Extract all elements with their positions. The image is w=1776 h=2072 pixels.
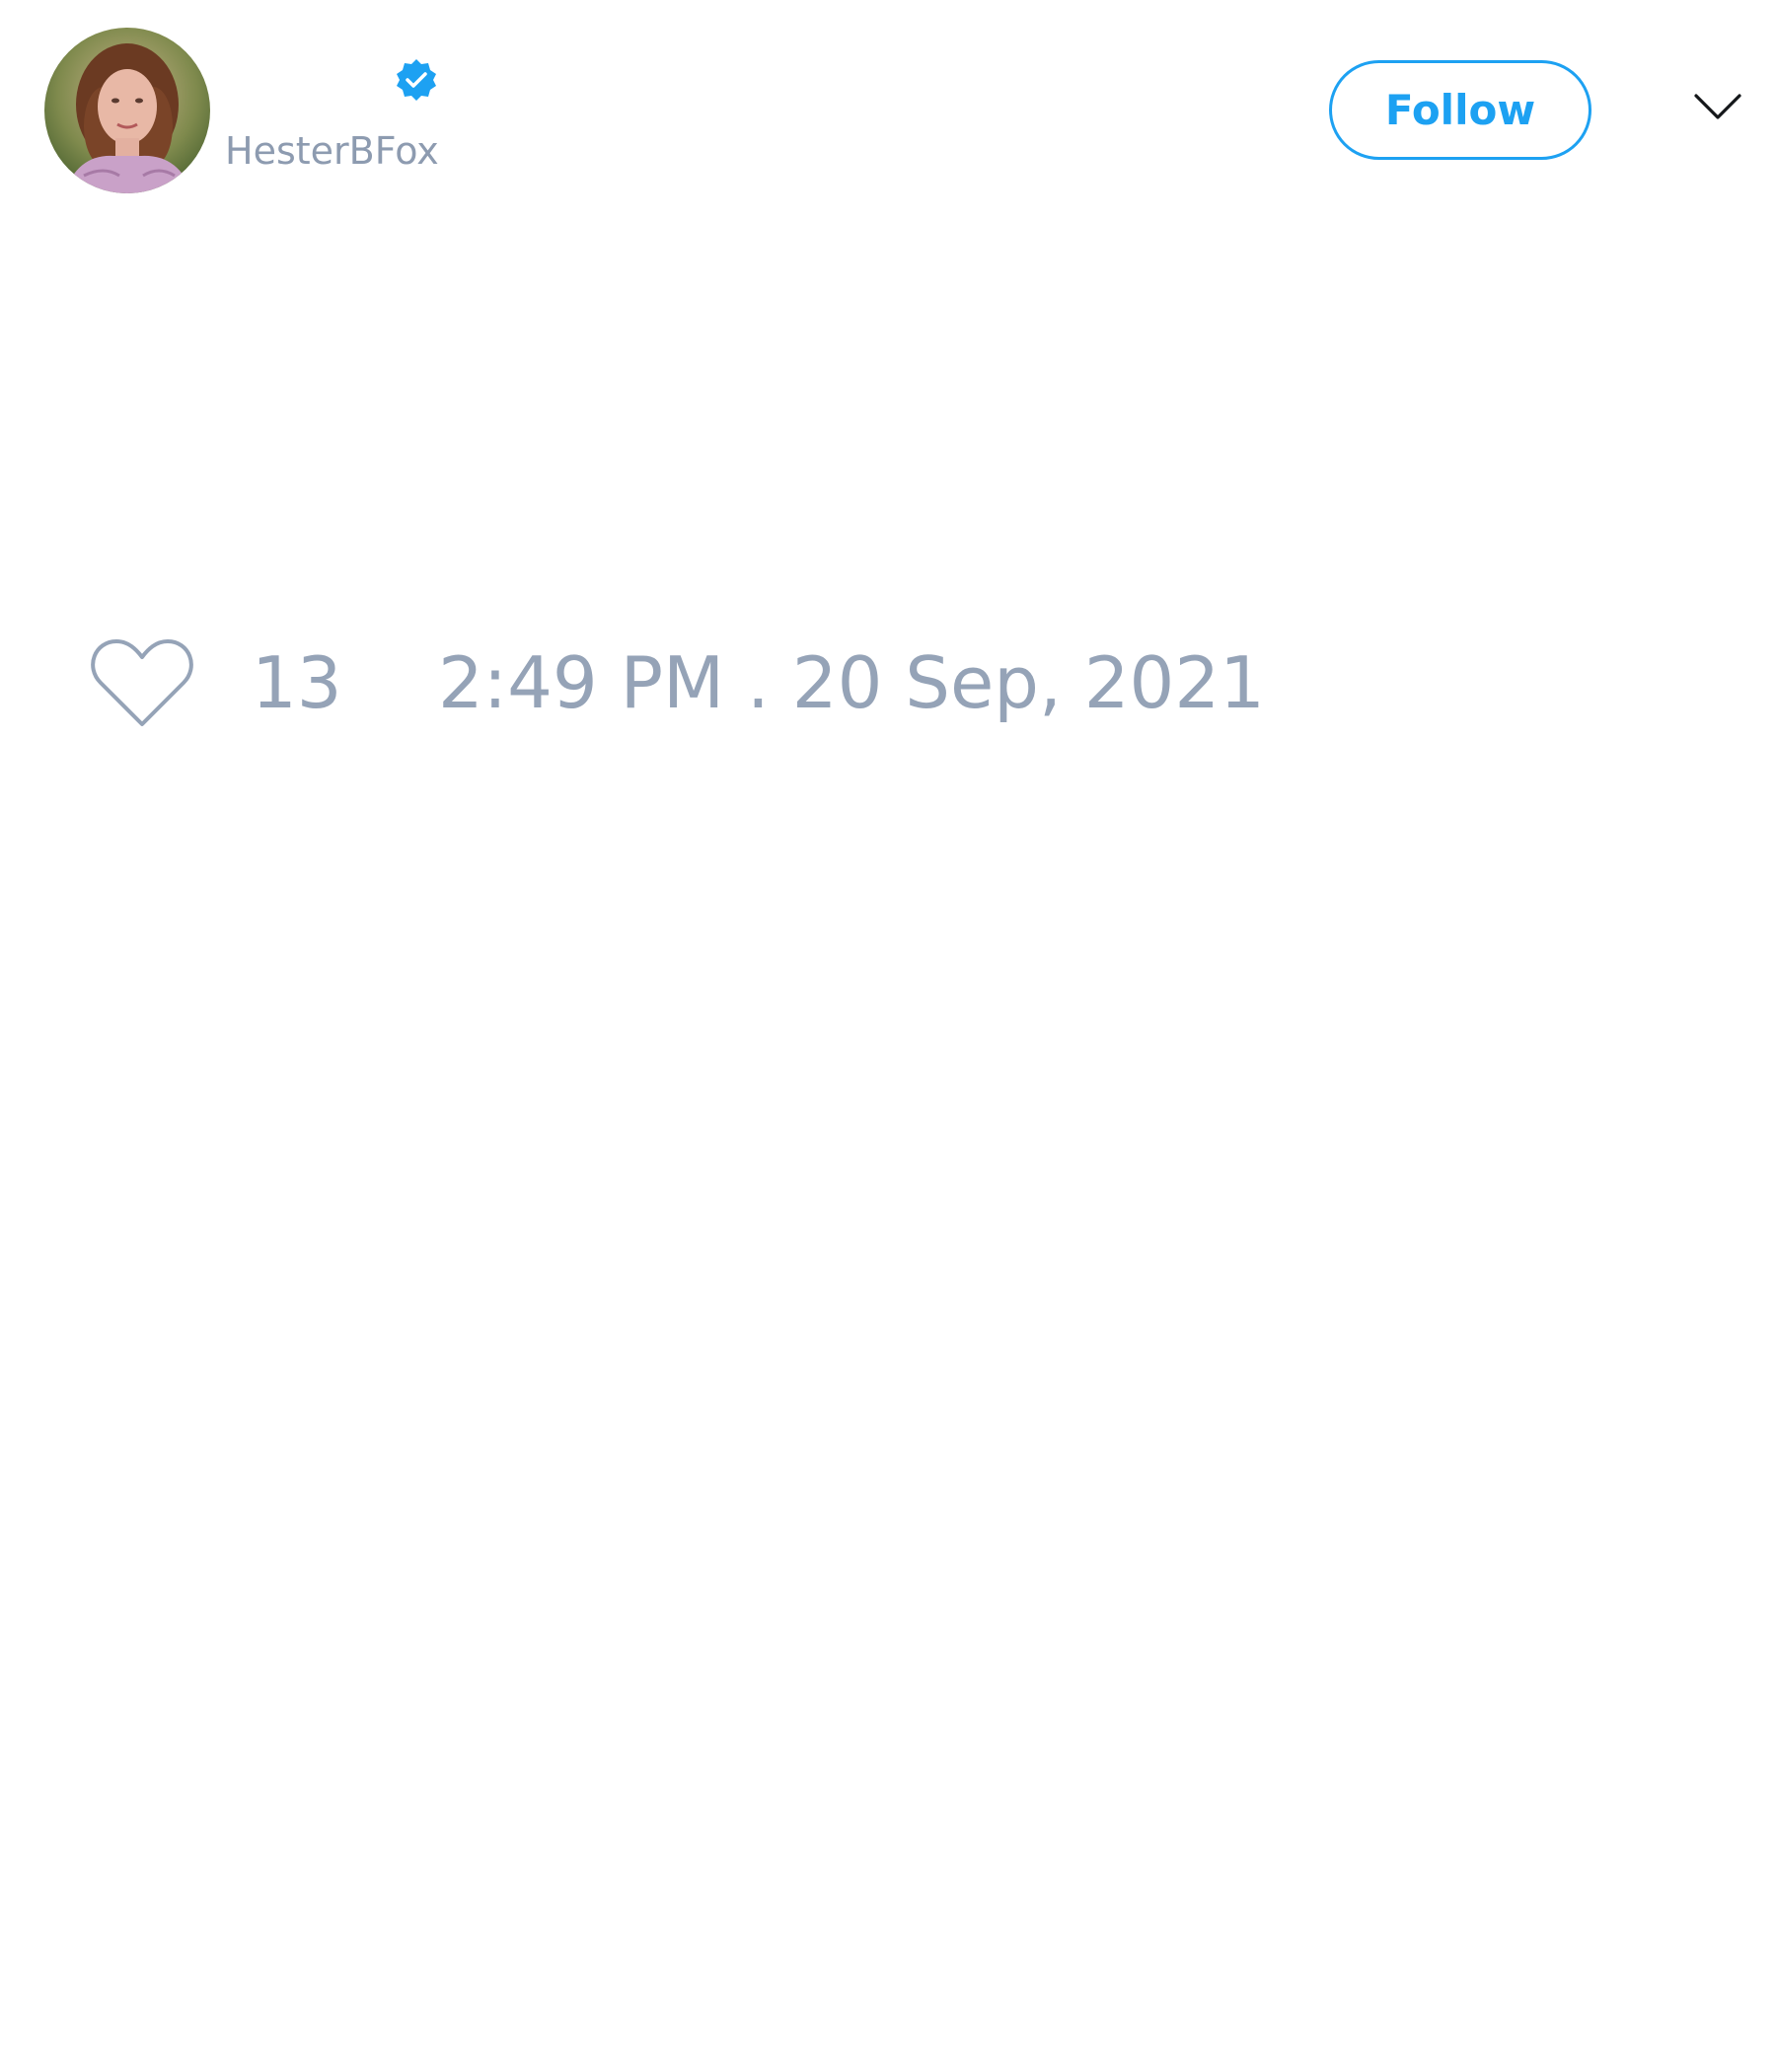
avatar[interactable] bbox=[44, 28, 210, 193]
chevron-down-icon[interactable] bbox=[1692, 91, 1743, 122]
follow-button[interactable]: Follow bbox=[1329, 60, 1591, 160]
avatar-photo bbox=[44, 28, 210, 193]
heart-outline-icon[interactable] bbox=[89, 635, 195, 730]
tweet-card: HesterBFox Follow 13 2:49 PM . 20 Sep, 2… bbox=[0, 0, 1776, 2072]
verified-badge-icon bbox=[394, 57, 439, 103]
timestamp[interactable]: 2:49 PM . 20 Sep, 2021 bbox=[438, 641, 1265, 724]
like-count: 13 bbox=[252, 641, 342, 724]
username[interactable]: HesterBFox bbox=[225, 126, 439, 176]
